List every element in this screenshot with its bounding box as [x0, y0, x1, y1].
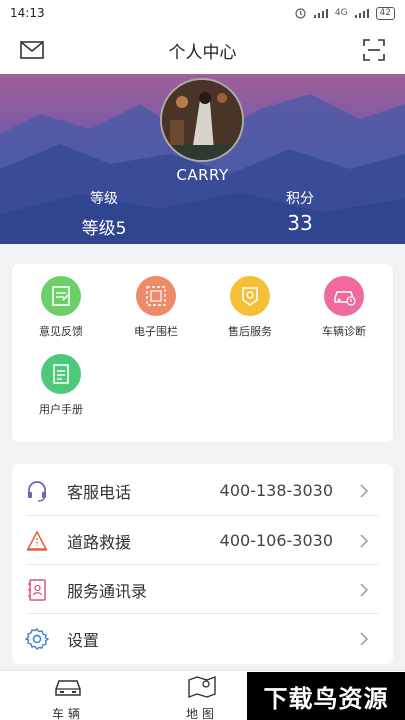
- contacts-icon: [28, 578, 46, 601]
- watermark-logo: 下载鸟资源: [247, 672, 405, 720]
- map-icon: [188, 675, 216, 699]
- battery-icon: 42: [375, 6, 395, 20]
- signal-icon: [313, 9, 328, 18]
- username: CARRY: [176, 166, 229, 184]
- header: 个人中心: [0, 26, 405, 74]
- rescue-label: 道路救援: [67, 532, 132, 552]
- headset-icon: [28, 480, 46, 502]
- contacts-label: 服务通讯录: [67, 581, 148, 601]
- grid-item-service[interactable]: 售后服务: [205, 276, 295, 339]
- manual-icon: [41, 354, 81, 394]
- status-bar: 14:13 4G 42: [0, 0, 405, 26]
- fence-icon: [136, 276, 176, 316]
- signal-icon-2: [354, 9, 369, 18]
- car-icon: [55, 680, 81, 696]
- points-label: 积分: [286, 191, 314, 207]
- road-rescue-icon: [26, 529, 48, 551]
- service-list: 客服电话 400-138-3030 道路救援 400-106-3030 服务通讯…: [12, 464, 393, 664]
- mail-icon[interactable]: [20, 40, 44, 60]
- avatar[interactable]: [160, 78, 244, 162]
- status-icons: 4G 42: [294, 6, 395, 20]
- scan-icon[interactable]: [363, 39, 385, 61]
- grid-label-diagnose: 车辆诊断: [322, 325, 366, 338]
- grid-item-manual[interactable]: 用户手册: [16, 354, 106, 417]
- points-value: 33: [287, 211, 313, 235]
- profile-banner: CARRY 等级 等级5 积分 33: [0, 74, 405, 244]
- nav-tab-map[interactable]: 地图: [172, 675, 232, 720]
- hotline-label: 客服电话: [67, 482, 132, 502]
- level-value: 等级5: [81, 219, 127, 239]
- settings-label: 设置: [67, 630, 100, 650]
- chevron-right-icon: [360, 631, 369, 646]
- level-label: 等级: [90, 191, 118, 207]
- nav-label-vehicle: 车辆: [51, 707, 84, 720]
- chevron-right-icon: [360, 533, 369, 548]
- network-type: 4G: [334, 8, 348, 18]
- grid-label-fence: 电子围栏: [134, 325, 178, 338]
- list-item-contacts[interactable]: 服务通讯录: [12, 565, 393, 614]
- grid-label-feedback: 意见反馈: [39, 325, 83, 338]
- service-icon: [230, 276, 270, 316]
- grid-item-fence[interactable]: 电子围栏: [111, 276, 201, 339]
- rescue-number[interactable]: 400-106-3030: [220, 531, 333, 550]
- list-item-rescue[interactable]: 道路救援 400-106-3030: [12, 516, 393, 565]
- grid-label-manual: 用户手册: [39, 403, 83, 416]
- grid-item-diagnose[interactable]: 车辆诊断: [299, 276, 389, 339]
- status-time: 14:13: [10, 6, 45, 20]
- chevron-right-icon: [360, 483, 369, 498]
- grid-label-service: 售后服务: [228, 325, 272, 338]
- nav-label-map: 地图: [185, 707, 218, 720]
- nav-tab-vehicle[interactable]: 车辆: [38, 675, 98, 720]
- chevron-right-icon: [360, 582, 369, 597]
- points-stat[interactable]: 积分 33: [240, 188, 360, 235]
- car-diagnose-icon: [324, 276, 364, 316]
- level-stat[interactable]: 等级 等级5: [44, 188, 164, 239]
- list-item-hotline[interactable]: 客服电话 400-138-3030: [12, 466, 393, 515]
- alarm-icon: [295, 8, 306, 19]
- list-item-settings[interactable]: 设置: [12, 614, 393, 663]
- grid-item-feedback[interactable]: 意见反馈: [16, 276, 106, 339]
- avatar-image: [162, 80, 242, 160]
- page-title: 个人中心: [168, 42, 237, 63]
- feedback-icon: [41, 276, 81, 316]
- gear-icon: [25, 627, 49, 650]
- hotline-number[interactable]: 400-138-3030: [220, 481, 333, 500]
- function-grid: 意见反馈 电子围栏 售后服务 车辆诊断 用户手册: [12, 264, 393, 442]
